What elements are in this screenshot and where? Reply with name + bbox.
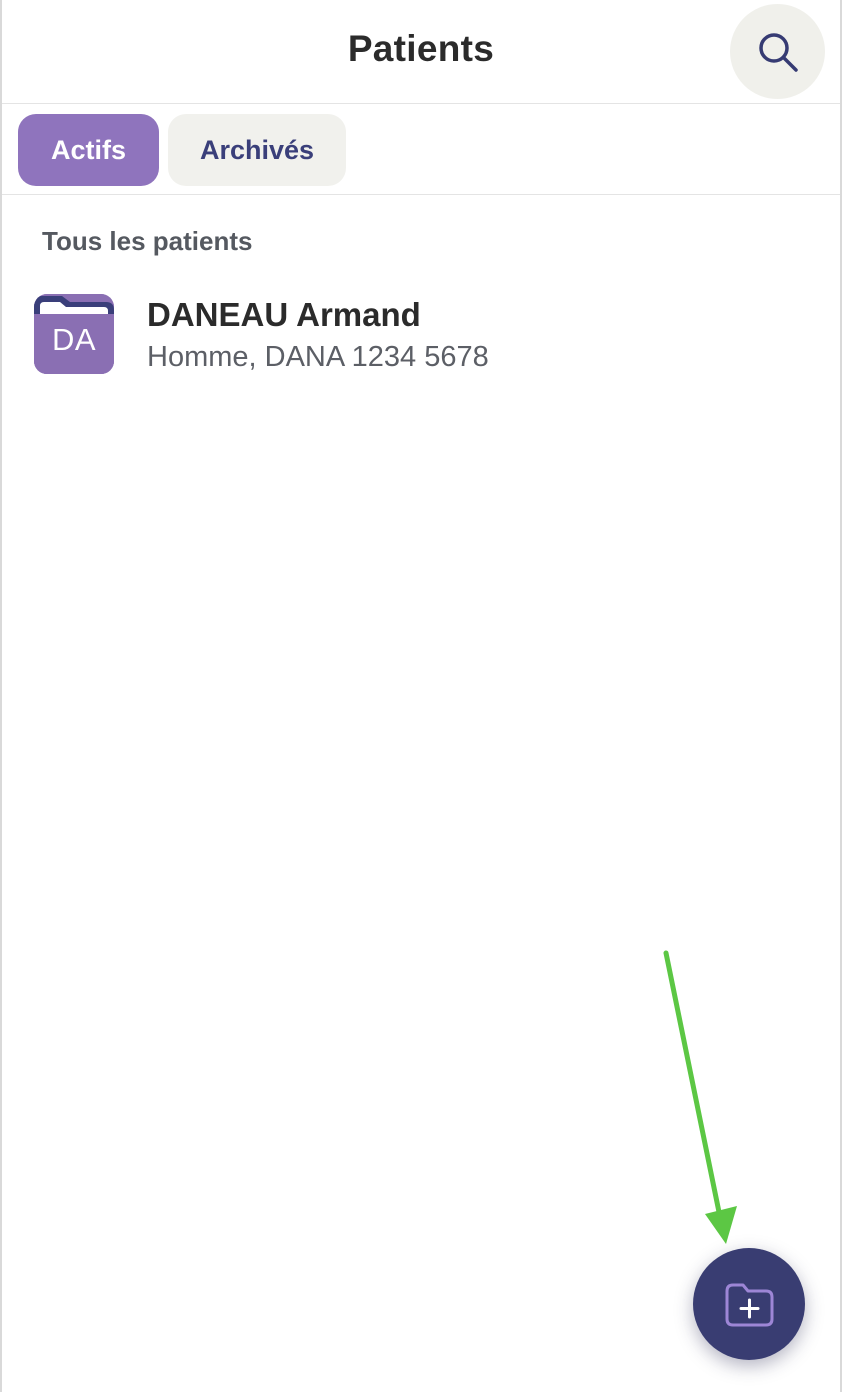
tab-archives[interactable]: Archivés	[168, 114, 346, 186]
search-button[interactable]	[730, 4, 825, 99]
page-title: Patients	[347, 28, 495, 69]
patient-details: Homme, DANA 1234 5678	[147, 341, 489, 373]
tab-actifs[interactable]: Actifs	[18, 114, 159, 186]
patient-avatar: DA	[34, 294, 114, 374]
tabs-bar: Actifs Archivés	[2, 104, 840, 195]
header-bar: Patients	[2, 0, 840, 104]
add-patient-button[interactable]	[693, 1248, 805, 1360]
section-title: Tous les patients	[42, 226, 253, 256]
folder-plus-icon	[725, 1283, 774, 1327]
patient-initials: DA	[51, 322, 97, 357]
patient-name: DANEAU Armand	[147, 296, 421, 333]
search-icon	[758, 32, 798, 72]
patient-list-item[interactable]: DA DANEAU Armand Homme, DANA 1234 5678	[2, 284, 840, 384]
app-frame: Patients Actifs Archivés Tous les patien…	[0, 0, 842, 1392]
annotation-arrow	[663, 950, 737, 1244]
